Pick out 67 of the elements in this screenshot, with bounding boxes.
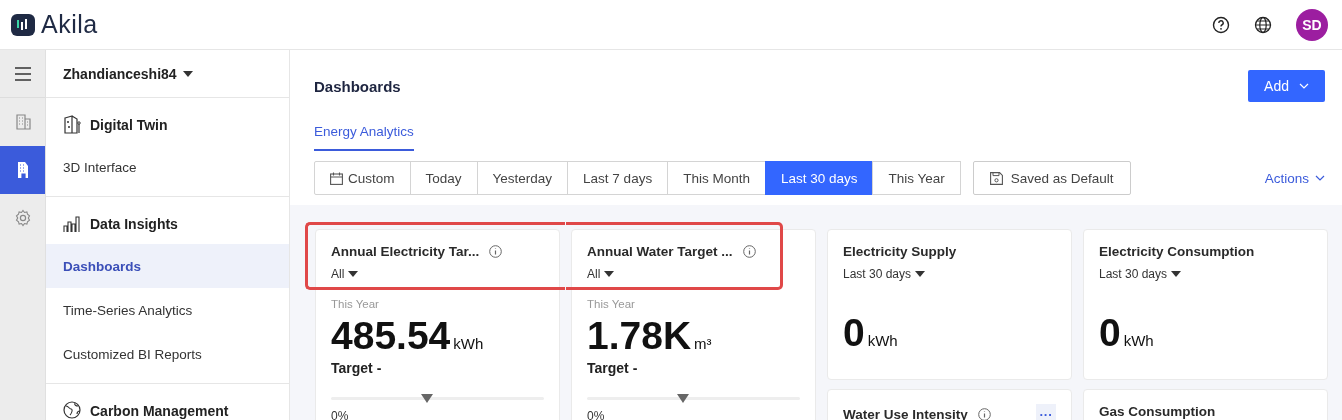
menu-icon [13, 64, 32, 83]
logo-text: Akila [41, 10, 98, 39]
date-range-button[interactable]: Custom [314, 161, 411, 195]
card-title: Electricity Consumption [1099, 244, 1255, 259]
nav-item[interactable]: Customized BI Reports [46, 332, 289, 376]
actions-link[interactable]: Actions [1264, 170, 1325, 186]
caret-icon [915, 270, 926, 278]
bar-chart-icon [63, 214, 81, 233]
building-icon [13, 113, 32, 131]
filter-dropdown[interactable]: Last 30 days [1099, 267, 1312, 281]
settings-icon [13, 209, 32, 227]
percent-label: 0% [331, 409, 350, 420]
date-range-button[interactable]: Last 30 days [764, 161, 874, 195]
site-selector[interactable]: Zhandianceshi84 [46, 50, 289, 98]
info-icon [742, 245, 756, 258]
date-range-button[interactable]: This Year [872, 161, 961, 195]
date-range-button[interactable]: Today [409, 161, 478, 195]
building-map-icon [63, 115, 81, 134]
caret-icon [182, 69, 193, 78]
unit-label: kWh [453, 335, 484, 352]
section-title: Digital Twin [90, 116, 168, 133]
card-title: Annual Water Target ... [587, 244, 733, 259]
metric-value: 0 [1099, 311, 1121, 355]
save-default-button[interactable]: Saved as Default [972, 161, 1131, 195]
target-label: Target - [331, 360, 383, 376]
period-label: This Year [587, 298, 636, 310]
calendar-icon [330, 171, 343, 185]
nav-item[interactable]: 3D Interface [46, 145, 289, 189]
caret-icon [604, 270, 615, 278]
unit-label: kWh [867, 332, 898, 349]
section-title: Carbon Management [90, 402, 229, 419]
tab[interactable]: Energy Analytics [314, 124, 414, 151]
info-icon [977, 407, 991, 420]
unit-label: m³ [694, 335, 712, 352]
help-icon[interactable] [1212, 15, 1230, 34]
date-range-button[interactable]: Yesterday [476, 161, 569, 195]
metric-value: 0 [843, 311, 865, 355]
save-icon [989, 171, 1003, 185]
filter-dropdown[interactable]: All [587, 267, 800, 281]
globe-icon [63, 401, 81, 420]
card-title: Electricity Supply [843, 244, 957, 259]
card-title: Gas Consumption [1099, 404, 1216, 419]
nav-item[interactable]: Time-Series Analytics [46, 288, 289, 332]
chevron-down-icon [1315, 175, 1325, 181]
period-label: This Year [331, 298, 380, 310]
caret-icon [348, 270, 359, 278]
globe-icon[interactable] [1254, 15, 1272, 34]
metric-value: 1.78K [587, 314, 692, 358]
filter-dropdown[interactable]: All [331, 267, 544, 281]
add-button[interactable]: Add [1248, 70, 1325, 102]
user-avatar[interactable]: SD [1296, 8, 1328, 41]
filter-dropdown[interactable]: Last 30 days [843, 267, 1056, 281]
percent-label: 0% [587, 409, 606, 420]
chevron-down-icon [1299, 83, 1309, 89]
page-title: Dashboards [314, 77, 401, 95]
info-icon [489, 245, 503, 258]
card-title: Annual Electricity Tar... [331, 244, 480, 259]
target-label: Target - [587, 360, 639, 376]
nav-item[interactable]: Dashboards [46, 244, 289, 288]
metric-value: 485.54 [331, 314, 451, 358]
date-range-button[interactable]: Last 7 days [567, 161, 669, 195]
unit-label: kWh [1123, 332, 1154, 349]
date-range-button[interactable]: This Month [667, 161, 766, 195]
more-button[interactable]: ··· [1036, 404, 1056, 420]
caret-icon [1171, 270, 1182, 278]
logo-icon [11, 13, 35, 36]
section-title: Data Insights [90, 215, 178, 232]
